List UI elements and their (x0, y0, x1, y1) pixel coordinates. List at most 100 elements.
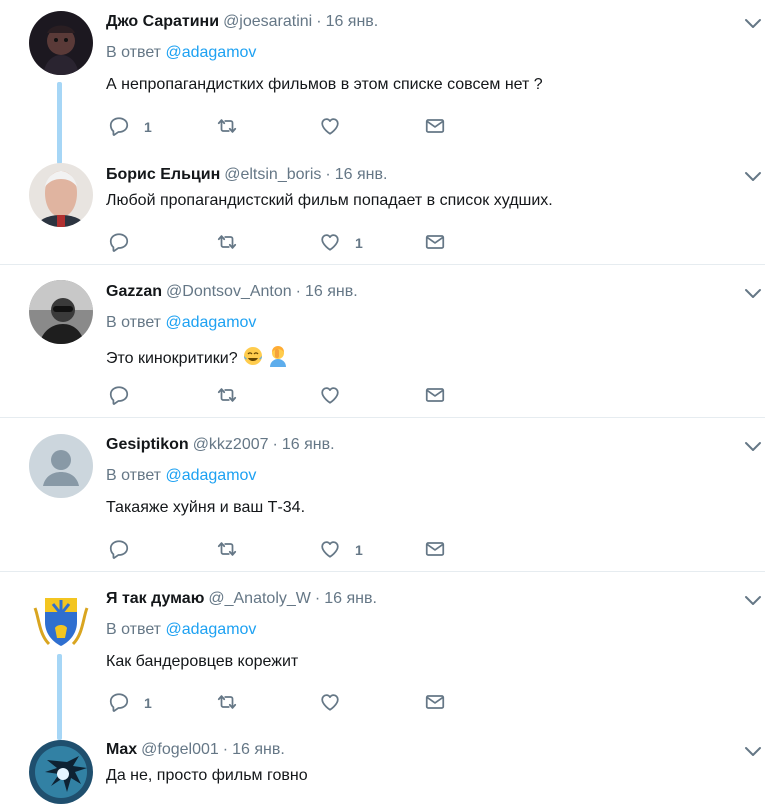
chevron-down-icon[interactable] (744, 441, 762, 453)
user-handle[interactable]: @_Anatoly_W (208, 590, 311, 607)
reply-button[interactable]: 1 (108, 115, 152, 139)
reply-button[interactable]: 1 (108, 691, 152, 715)
mention-link[interactable]: @adagamov (165, 621, 256, 638)
divider (0, 264, 765, 265)
like-button[interactable] (319, 115, 341, 139)
like-button[interactable]: 1 (319, 231, 363, 255)
avatar[interactable] (29, 11, 93, 75)
chevron-down-icon[interactable] (744, 288, 762, 300)
envelope-icon (424, 691, 446, 713)
chevron-down-icon[interactable] (744, 171, 762, 183)
user-handle[interactable]: @joesaratini (223, 13, 312, 30)
display-name[interactable]: Я так думаю (106, 590, 204, 607)
tweet-header: Борис Ельцин @eltsin_boris · 16 янв. (106, 165, 387, 185)
reply-icon (108, 231, 130, 253)
separator-dot: · (222, 741, 229, 758)
tweet-text: Любой пропагандистский фильм попадает в … (106, 192, 553, 209)
reply-prefix: В ответ (106, 44, 162, 61)
direct-message-button[interactable] (424, 231, 446, 255)
tweet-date[interactable]: 16 янв. (282, 436, 335, 453)
display-name[interactable]: Джо Саратини (106, 13, 219, 30)
user-handle[interactable]: @Dontsov_Anton (166, 283, 292, 300)
retweet-icon (216, 384, 238, 406)
tweet-text: Как бандеровцев корежит (106, 653, 299, 670)
reply-context: В ответ @adagamov (106, 313, 256, 333)
heart-icon (319, 691, 341, 713)
mention-link[interactable]: @adagamov (165, 314, 256, 331)
tweet-date[interactable]: 16 янв. (305, 283, 358, 300)
user-handle[interactable]: @eltsin_boris (224, 166, 321, 183)
face-with-tears-of-joy-emoji (243, 347, 262, 365)
retweet-icon (216, 538, 238, 560)
tweet[interactable]: Джо Саратини @joesaratini · 16 янв. В ответ… (0, 0, 765, 264)
retweet-button[interactable] (216, 691, 238, 715)
tweet-header: Gazzan @Dontsov_Anton · 16 янв. (106, 282, 358, 302)
display-name[interactable]: Max (106, 741, 137, 758)
like-button[interactable] (319, 384, 341, 408)
retweet-button[interactable] (216, 384, 238, 408)
mention-link[interactable]: @adagamov (165, 467, 256, 484)
like-count: 1 (355, 542, 363, 558)
avatar[interactable] (29, 163, 93, 227)
retweet-icon (216, 115, 238, 137)
display-name[interactable]: Gesiptikon (106, 436, 189, 453)
like-button[interactable]: 1 (319, 538, 363, 562)
retweet-button[interactable] (216, 115, 238, 139)
direct-message-button[interactable] (424, 538, 446, 562)
reply-context: В ответ @adagamov (106, 620, 256, 640)
tweet-actions: 1 (108, 691, 468, 715)
reply-context: В ответ @adagamov (106, 466, 256, 486)
avatar[interactable] (29, 280, 93, 344)
tweet-date[interactable]: 16 янв. (324, 590, 377, 607)
envelope-icon (424, 115, 446, 137)
chevron-down-icon[interactable] (744, 595, 762, 607)
avatar[interactable] (29, 588, 93, 652)
tweet-date[interactable]: 16 янв. (326, 13, 379, 30)
retweet-icon (216, 691, 238, 713)
reply-button[interactable] (108, 538, 130, 562)
reply-count: 1 (144, 119, 152, 135)
separator-dot: · (314, 590, 321, 607)
tweet-actions: 1 (108, 115, 468, 139)
reply-icon (108, 384, 130, 406)
chevron-down-icon[interactable] (744, 18, 762, 30)
separator-dot: · (316, 13, 322, 30)
retweet-button[interactable] (216, 538, 238, 562)
envelope-icon (424, 384, 446, 406)
tweet-header: Max @fogel001 · 16 янв. (106, 740, 285, 760)
tweet-text-row: Это кинокритики? (106, 345, 288, 369)
heart-icon (319, 231, 341, 253)
display-name[interactable]: Gazzan (106, 283, 162, 300)
like-button[interactable] (319, 691, 341, 715)
reply-count: 1 (144, 695, 152, 711)
user-handle[interactable]: @kkz2007 (193, 436, 269, 453)
reply-icon (108, 538, 130, 560)
direct-message-button[interactable] (424, 691, 446, 715)
reply-prefix: В ответ (106, 621, 162, 638)
tweet-actions: 1 (108, 231, 468, 255)
tweet-actions: 1 (108, 538, 468, 562)
tweet-date[interactable]: 16 янв. (232, 741, 285, 758)
direct-message-button[interactable] (424, 115, 446, 139)
tweet-date[interactable]: 16 янв. (335, 166, 388, 183)
chevron-down-icon[interactable] (744, 746, 762, 758)
retweet-button[interactable] (216, 231, 238, 255)
mention-link[interactable]: @adagamov (165, 44, 256, 61)
avatar[interactable] (29, 740, 93, 804)
user-handle[interactable]: @fogel001 (141, 741, 219, 758)
display-name[interactable]: Борис Ельцин (106, 166, 220, 183)
envelope-icon (424, 231, 446, 253)
retweet-icon (216, 231, 238, 253)
separator-dot: · (325, 166, 331, 183)
heart-icon (319, 115, 341, 137)
direct-message-button[interactable] (424, 384, 446, 408)
avatar[interactable] (29, 434, 93, 498)
person-facepalming-emoji (269, 346, 286, 367)
tweet-header: Gesiptikon @kkz2007 · 16 янв. (106, 435, 335, 455)
reply-prefix: В ответ (106, 314, 162, 331)
reply-button[interactable] (108, 231, 130, 255)
tweet-text: А непропагандистких фильмов в этом списк… (106, 76, 543, 93)
tweet-text: Да не, просто фильм говно (106, 767, 308, 784)
reply-button[interactable] (108, 384, 130, 408)
reply-prefix: В ответ (106, 467, 162, 484)
